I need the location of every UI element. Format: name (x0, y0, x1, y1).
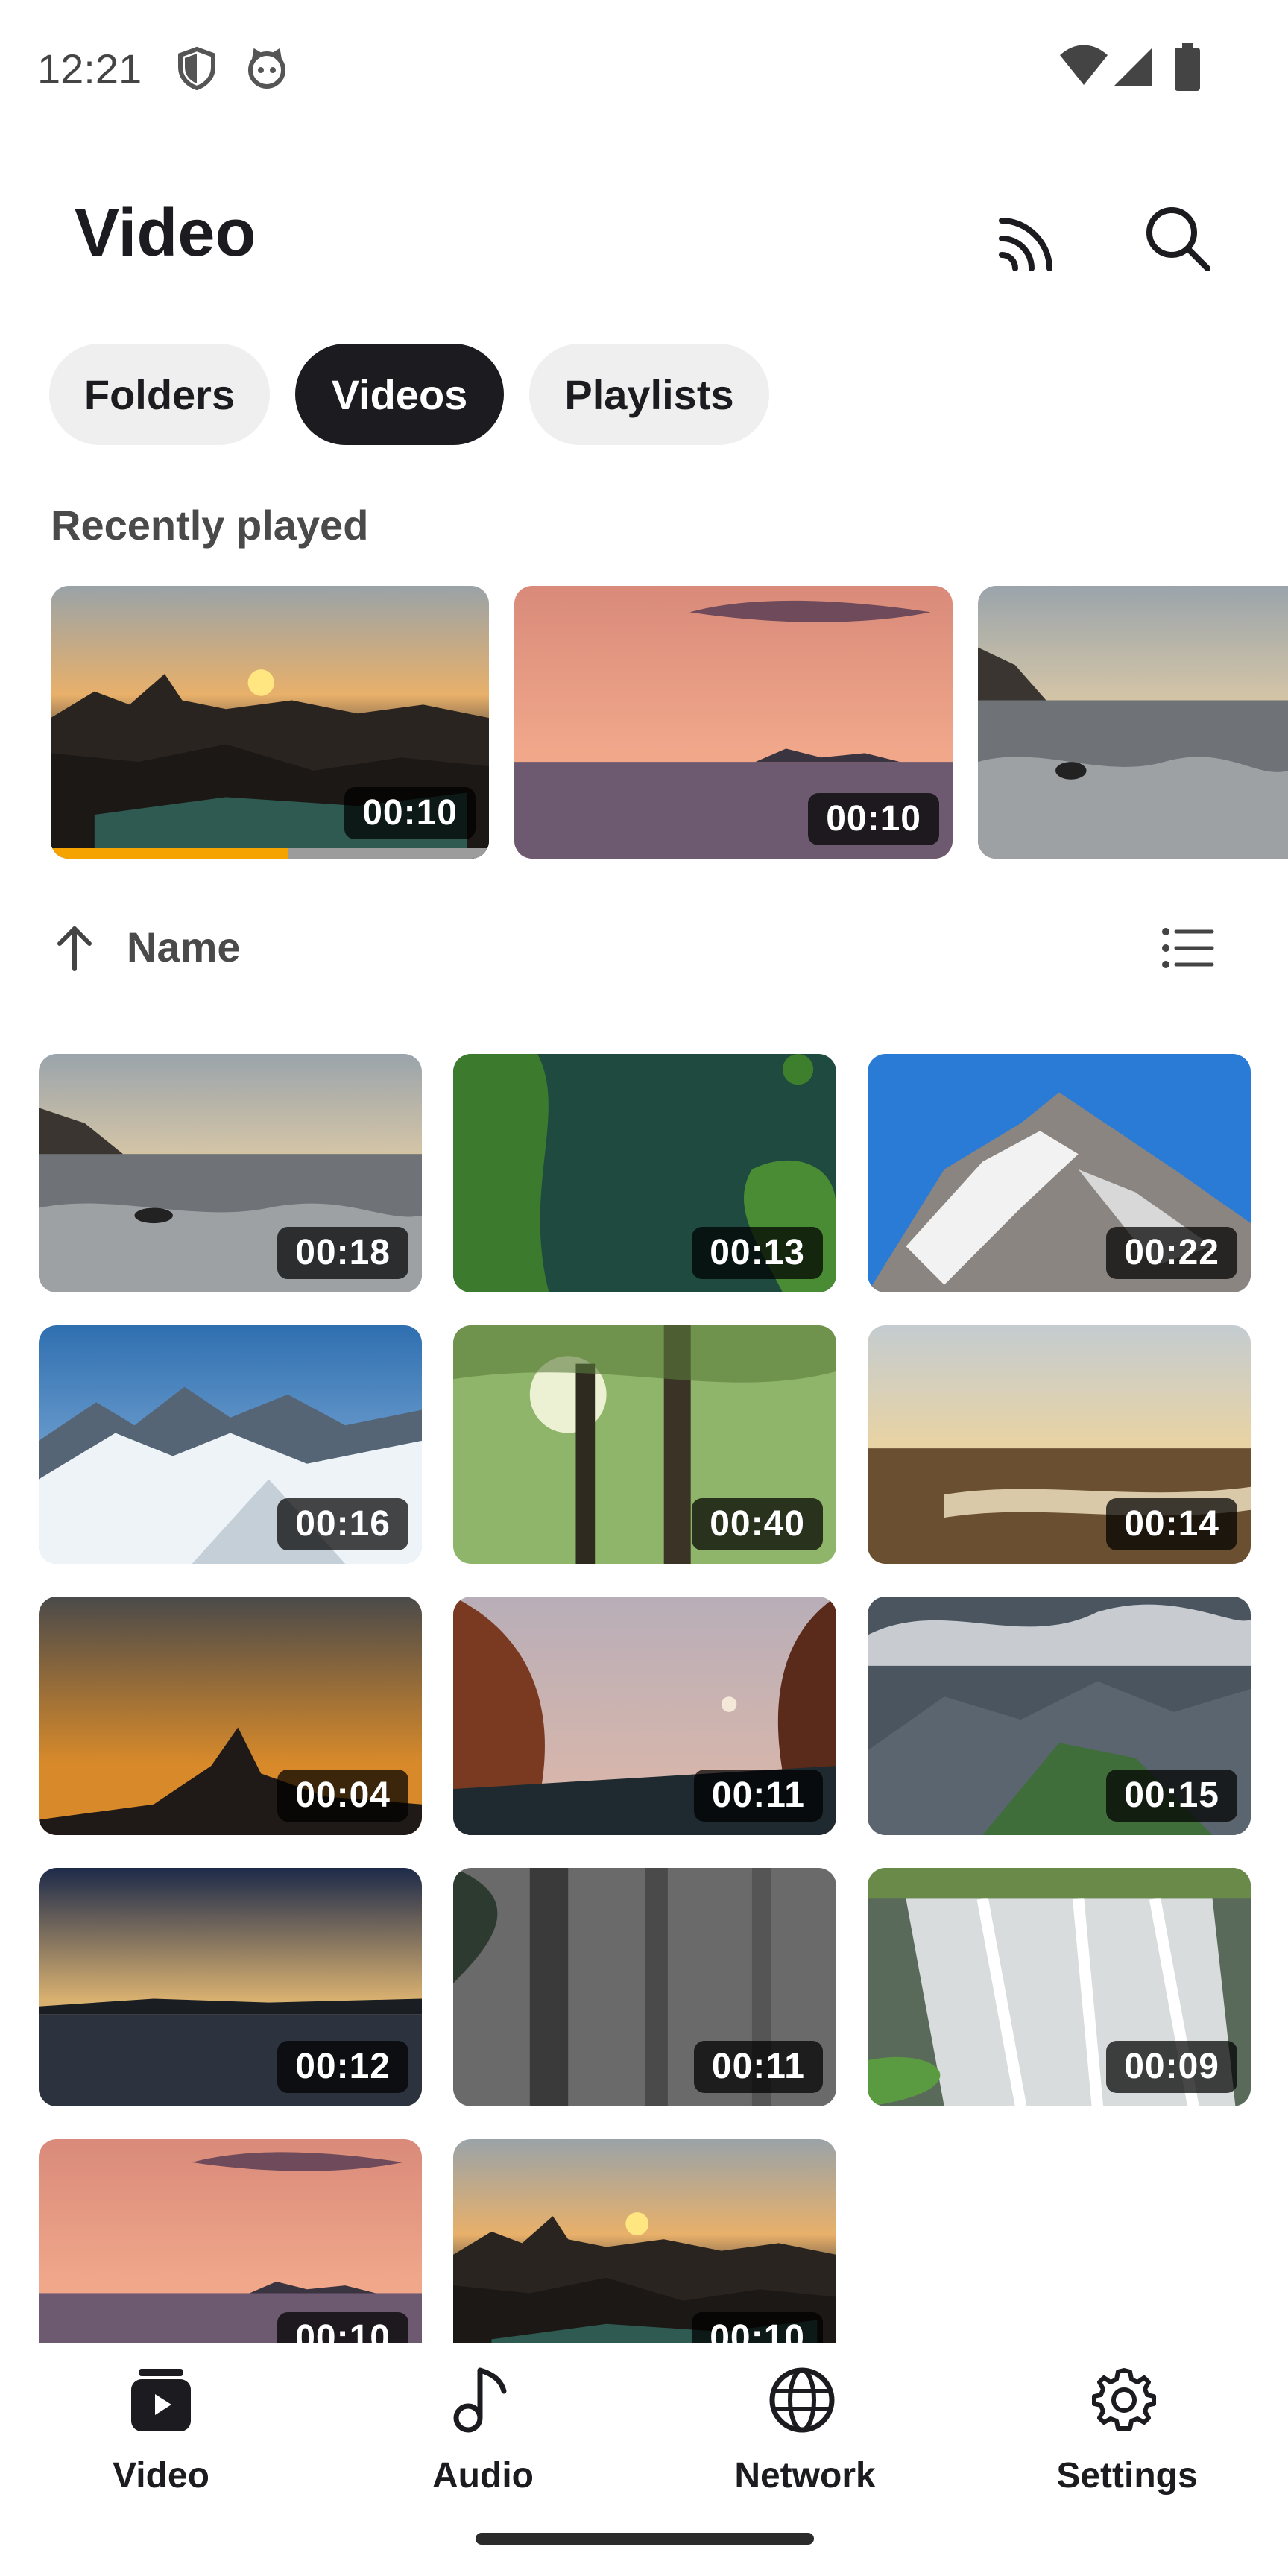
duration-badge: 00:14 (1106, 1498, 1237, 1550)
video-icon (131, 2369, 191, 2431)
video-tile[interactable]: 00:09 (868, 1868, 1251, 2106)
globe-icon (769, 2367, 835, 2433)
video-tile[interactable]: 00:11 (453, 1868, 836, 2106)
duration-badge: 00:13 (692, 1227, 823, 1279)
duration-badge: 00:12 (277, 2041, 408, 2093)
sort-label[interactable]: Name (127, 923, 241, 971)
cast-icon[interactable] (997, 206, 1064, 273)
nav-network[interactable]: Network (644, 2343, 966, 2522)
duration-badge: 00:15 (1106, 1770, 1237, 1822)
video-tile[interactable]: 00:14 (868, 1325, 1251, 1564)
nav-label-settings: Settings (1056, 2456, 1198, 2496)
video-tile[interactable]: 00:10 (453, 2139, 836, 2343)
nav-settings[interactable]: Settings (966, 2343, 1288, 2522)
signal-icon (1114, 48, 1152, 86)
duration-badge: 00:10 (344, 787, 476, 839)
home-indicator[interactable] (476, 2533, 814, 2545)
video-tile[interactable]: 00:15 (868, 1597, 1251, 1835)
cat-icon (248, 48, 285, 89)
list-view-icon[interactable] (1161, 926, 1215, 970)
chip-folders[interactable]: Folders (49, 344, 270, 445)
duration-badge: 00:11 (693, 2041, 823, 2093)
video-tile[interactable]: 00:13 (453, 1054, 836, 1292)
nav-label-network: Network (734, 2456, 876, 2496)
duration-badge: 00:10 (692, 2312, 823, 2343)
search-icon[interactable] (1142, 203, 1213, 274)
duration-badge: 00:22 (1106, 1227, 1237, 1279)
page-title: Video (75, 196, 256, 271)
duration-badge: 00:40 (692, 1498, 823, 1550)
chip-videos[interactable]: Videos (295, 344, 504, 445)
duration-badge: 00:04 (277, 1770, 408, 1822)
wifi-icon (1060, 45, 1108, 85)
recently-played-title: Recently played (51, 502, 369, 549)
shield-icon (178, 46, 215, 91)
video-tile[interactable]: 00:22 (868, 1054, 1251, 1292)
recent-video-2[interactable]: 00:10 (514, 586, 953, 859)
progress-bar (51, 848, 489, 859)
video-tile[interactable]: 00:11 (453, 1597, 836, 1835)
recent-video-3[interactable] (978, 586, 1288, 859)
chip-playlists[interactable]: Playlists (529, 344, 769, 445)
nav-label-video: Video (113, 2456, 209, 2496)
video-tile[interactable]: 00:40 (453, 1325, 836, 1564)
nav-video[interactable]: Video (0, 2343, 322, 2522)
battery-icon (1175, 43, 1200, 91)
duration-badge: 00:10 (808, 793, 939, 845)
duration-badge: 00:18 (277, 1227, 408, 1279)
duration-badge: 00:16 (277, 1498, 408, 1550)
status-time: 12:21 (37, 45, 142, 92)
duration-badge: 00:10 (277, 2312, 408, 2343)
video-tile[interactable]: 00:10 (39, 2139, 422, 2343)
arrow-up-icon[interactable] (54, 924, 95, 972)
gear-icon (1092, 2368, 1156, 2431)
video-tile[interactable]: 00:16 (39, 1325, 422, 1564)
video-tile[interactable]: 00:04 (39, 1597, 422, 1835)
recent-video-1[interactable]: 00:10 (51, 586, 489, 859)
music-note-icon (453, 2367, 507, 2433)
video-tile[interactable]: 00:18 (39, 1054, 422, 1292)
nav-audio[interactable]: Audio (322, 2343, 644, 2522)
duration-badge: 00:11 (693, 1770, 823, 1822)
video-tile[interactable]: 00:12 (39, 1868, 422, 2106)
nav-label-audio: Audio (432, 2456, 534, 2496)
duration-badge: 00:09 (1106, 2041, 1237, 2093)
